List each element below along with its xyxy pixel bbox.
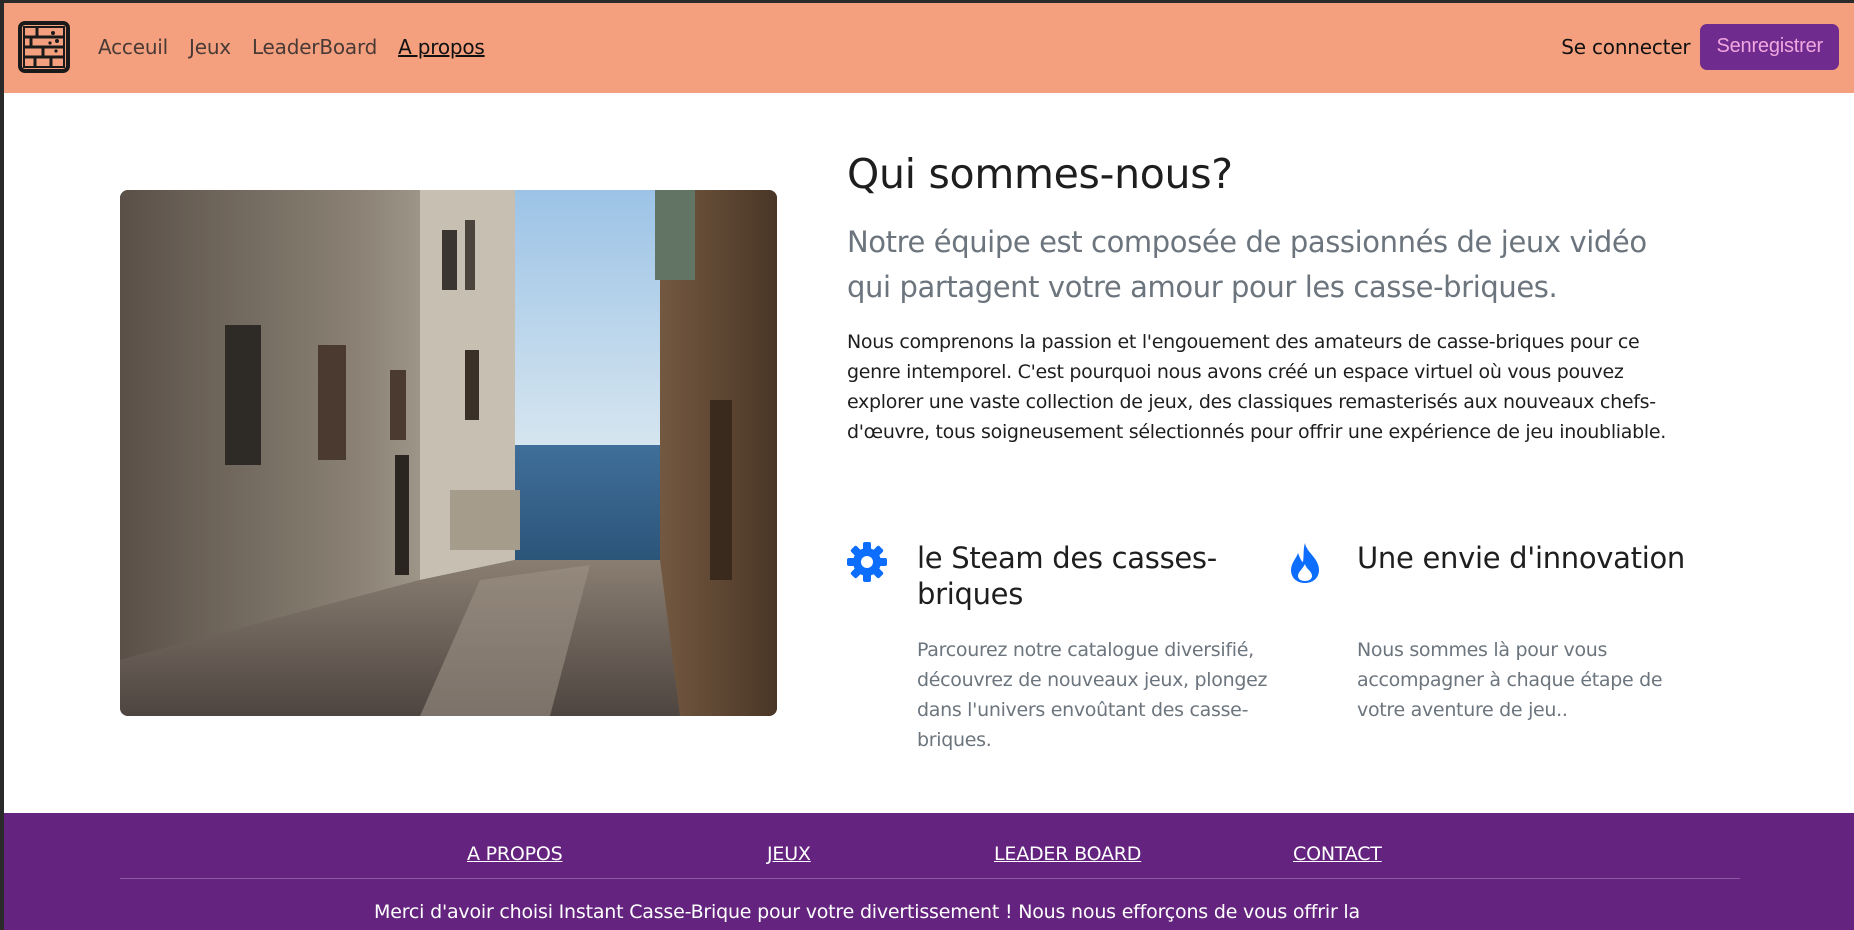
footer-link-leader-board[interactable]: LEADER BOARD xyxy=(994,843,1141,865)
brick-wall-logo-icon[interactable] xyxy=(18,20,70,73)
page-title: Qui sommes-nous? xyxy=(847,150,1233,198)
window-frame-top xyxy=(0,0,1854,3)
register-button[interactable]: Senregistrer xyxy=(1700,23,1839,70)
window-frame-left xyxy=(0,0,4,930)
nav-link-acceuil[interactable]: Acceuil xyxy=(98,35,168,59)
alley-sea-photo xyxy=(120,190,777,716)
footer-link-jeux[interactable]: JEUX xyxy=(767,843,811,865)
gear-icon xyxy=(847,542,887,582)
footer-links: A PROPOS JEUX LEADER BOARD CONTACT xyxy=(0,843,1854,873)
navbar: Acceuil Jeux LeaderBoard A propos Se con… xyxy=(0,0,1854,93)
nav-link-jeux[interactable]: Jeux xyxy=(189,35,231,59)
login-link[interactable]: Se connecter xyxy=(1561,35,1690,59)
body-text: Nous comprenons la passion et l'engoueme… xyxy=(847,331,1666,443)
feature-description: Nous sommes là pour vous accompagner à c… xyxy=(1357,639,1663,721)
feature-title: Une envie d'innovation xyxy=(1357,541,1685,575)
nav-link-a-propos[interactable]: A propos xyxy=(398,35,485,59)
feature-description: Parcourez notre catalogue diversifié, dé… xyxy=(917,639,1268,751)
lead-text: Notre équipe est composée de passionnés … xyxy=(847,225,1647,304)
footer: A PROPOS JEUX LEADER BOARD CONTACT Merci… xyxy=(0,813,1854,930)
footer-divider xyxy=(120,878,1740,879)
about-section: Qui sommes-nous? Notre équipe est compos… xyxy=(847,150,1697,447)
nav-links: Acceuil Jeux LeaderBoard A propos xyxy=(98,35,506,59)
nav-link-leaderboard[interactable]: LeaderBoard xyxy=(252,35,377,59)
footer-link-a-propos[interactable]: A PROPOS xyxy=(467,843,563,865)
footer-link-contact[interactable]: CONTACT xyxy=(1293,843,1382,865)
fire-icon xyxy=(1289,542,1321,583)
footer-text: Merci d'avoir choisi Instant Casse-Briqu… xyxy=(374,901,1360,923)
nav-auth: Se connecter Senregistrer xyxy=(1561,23,1839,70)
feature-title: le Steam des casses-briques xyxy=(917,541,1217,611)
